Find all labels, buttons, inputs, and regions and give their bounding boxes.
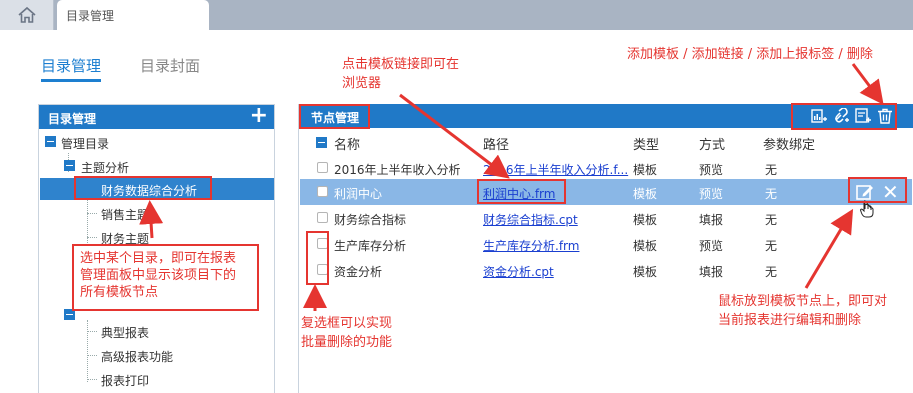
arrow-to-toolbar — [851, 63, 884, 105]
arrow-to-row-actions — [804, 208, 854, 289]
arrow-to-link — [399, 93, 510, 179]
annotation-arrows — [139, 63, 884, 311]
arrow-to-tree-item — [139, 200, 164, 239]
page: 目录管理 目录管理 目录封面 目录管理 + 管理目录 主题分析 财务数据综合分析… — [0, 0, 913, 393]
